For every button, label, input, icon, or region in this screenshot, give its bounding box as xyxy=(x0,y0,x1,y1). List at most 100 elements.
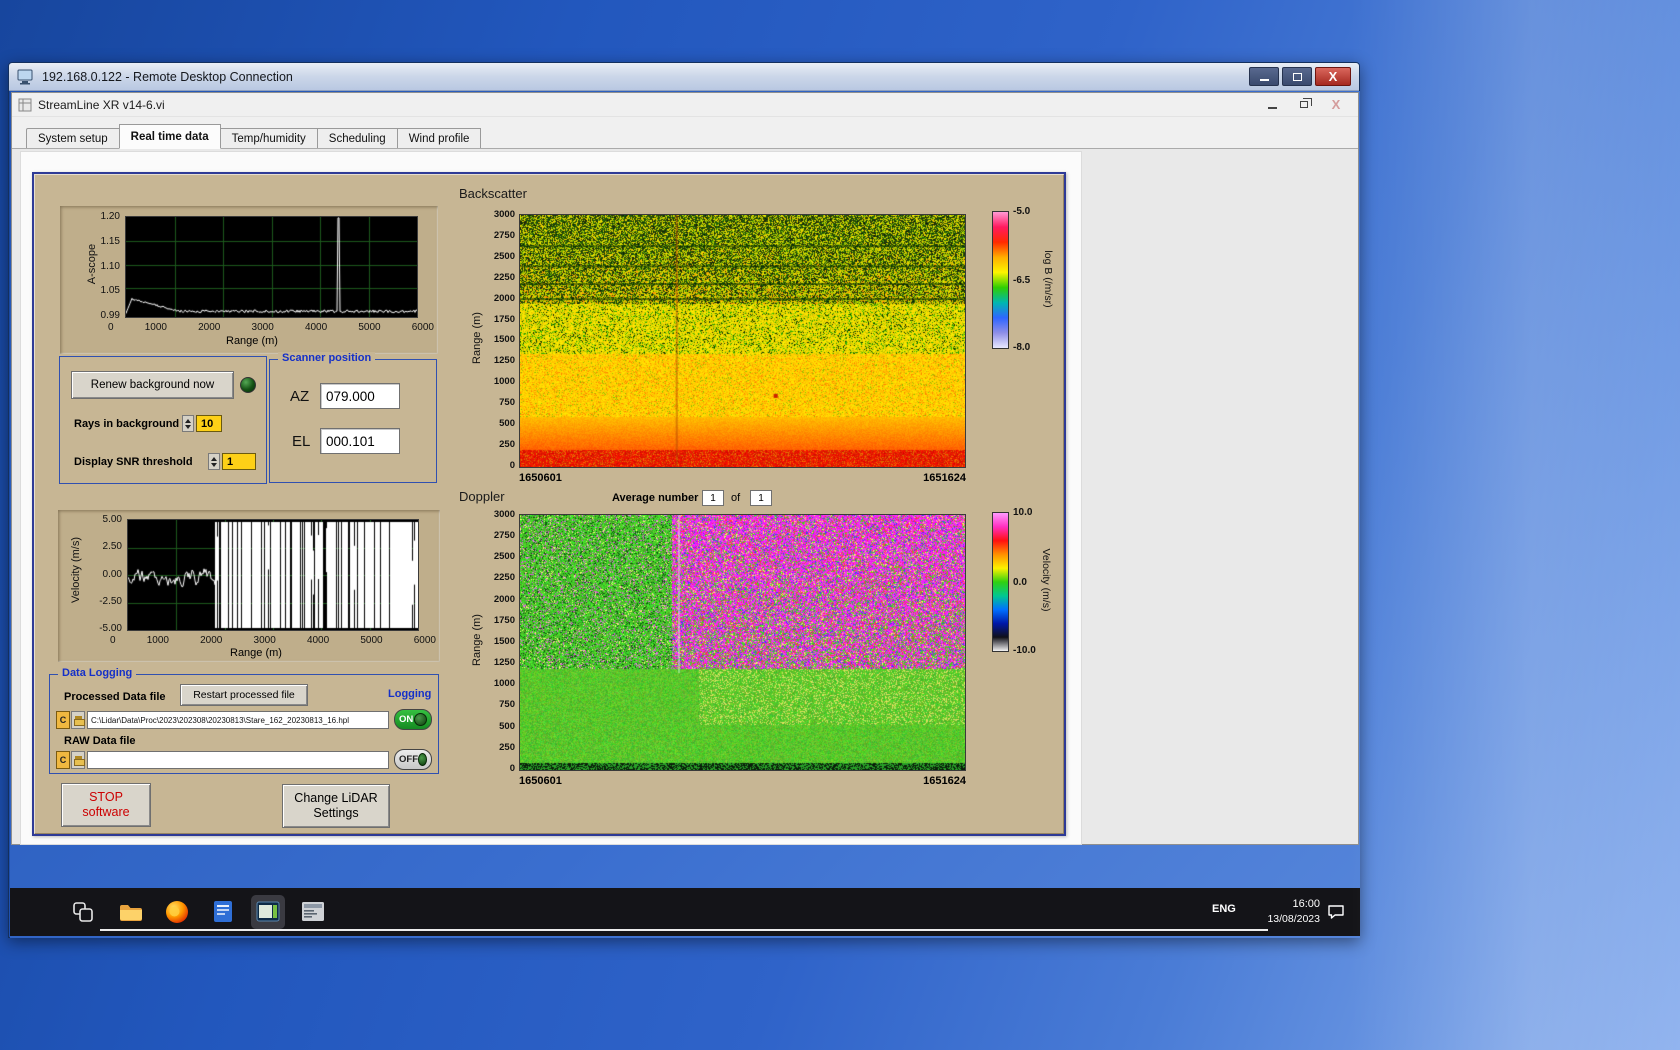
app-close-button[interactable]: X xyxy=(1320,95,1352,115)
tab-real-time-data[interactable]: Real time data xyxy=(119,124,221,149)
tick-label: 1000 xyxy=(494,376,515,387)
task-view-icon xyxy=(71,900,95,924)
rdp-window-title: 192.168.0.122 - Remote Desktop Connectio… xyxy=(42,70,1249,84)
desktop-background: 192.168.0.122 - Remote Desktop Connectio… xyxy=(0,0,1680,1050)
rdp-close-button[interactable]: X xyxy=(1315,67,1351,86)
raw-logging-toggle[interactable]: OFF xyxy=(394,749,432,770)
tick-label: 4000 xyxy=(307,635,329,646)
processed-browse-button[interactable] xyxy=(71,711,85,729)
logging-label: Logging xyxy=(388,688,431,700)
tick-label: 3000 xyxy=(252,322,274,333)
scan-app-button[interactable] xyxy=(296,895,330,929)
rdp-window: 192.168.0.122 - Remote Desktop Connectio… xyxy=(8,62,1360,938)
rdp-titlebar[interactable]: 192.168.0.122 - Remote Desktop Connectio… xyxy=(9,63,1359,91)
notepad-app-button[interactable] xyxy=(206,895,240,929)
streamline-app-window: StreamLine XR v14-6.vi X System setup Re… xyxy=(11,92,1359,845)
average-number-field[interactable]: 1 xyxy=(702,490,724,506)
backscatter-heatmap xyxy=(520,215,965,467)
rdp-maximize-button[interactable] xyxy=(1282,67,1312,86)
processed-drive-selector[interactable]: C xyxy=(56,711,70,729)
maximize-icon xyxy=(1293,73,1302,81)
task-view-button[interactable] xyxy=(66,895,100,929)
colorbar-tick: -8.0 xyxy=(1013,342,1030,353)
tick-label: 1750 xyxy=(494,615,515,626)
average-number-label: Average number xyxy=(612,492,698,504)
tick-label: 2000 xyxy=(494,594,515,605)
tab-temp-humidity[interactable]: Temp/humidity xyxy=(221,128,318,149)
tick-label: 0 xyxy=(510,460,515,471)
velocity-plot xyxy=(128,520,418,630)
doppler-colorbar xyxy=(992,512,1009,652)
snr-spinner[interactable] xyxy=(208,453,220,470)
data-logging-group: Data Logging Processed Data file Restart… xyxy=(49,674,439,774)
renew-background-button[interactable]: Renew background now xyxy=(71,371,234,399)
backscatter-title: Backscatter xyxy=(459,186,527,201)
tick-label: 1000 xyxy=(147,635,169,646)
velocity-y-axis-label: Velocity (m/s) xyxy=(70,500,82,640)
tick-label: 2500 xyxy=(494,251,515,262)
tick-label: 1750 xyxy=(494,314,515,325)
file-explorer-button[interactable] xyxy=(114,895,148,929)
colorbar-tick: -6.5 xyxy=(1013,275,1030,286)
tick-label: 0 xyxy=(510,763,515,774)
app-window-title: StreamLine XR v14-6.vi xyxy=(38,98,1256,112)
app-restore-button[interactable] xyxy=(1288,95,1320,115)
az-value-field[interactable]: 079.000 xyxy=(320,383,400,409)
raw-data-file-path[interactable] xyxy=(87,751,389,769)
toggle-on-label: ON xyxy=(399,714,413,725)
restart-processed-file-button[interactable]: Restart processed file xyxy=(180,684,308,706)
rays-value-field[interactable]: 10 xyxy=(196,415,222,432)
processed-data-file-path[interactable]: C:\Lidar\Data\Proc\2023\202308\20230813\… xyxy=(87,711,389,729)
toggle-knob xyxy=(418,753,427,766)
tick-label: 3000 xyxy=(494,509,515,520)
change-lidar-settings-button[interactable]: Change LiDAR Settings xyxy=(282,784,390,828)
tab-system-setup[interactable]: System setup xyxy=(26,128,120,149)
snr-value-field[interactable]: 1 xyxy=(222,453,256,470)
rdp-minimize-button[interactable] xyxy=(1249,67,1279,86)
taskbar-highlight-line xyxy=(100,929,1268,931)
raw-drive-selector[interactable]: C xyxy=(56,751,70,769)
app-vi-icon xyxy=(18,98,32,112)
language-indicator[interactable]: ENG xyxy=(1212,903,1236,915)
stop-software-button[interactable]: STOP software xyxy=(61,783,151,827)
clock-date: 13/08/2023 xyxy=(1240,912,1320,927)
tick-label: 1250 xyxy=(494,355,515,366)
velocity-plot-area xyxy=(127,519,419,631)
el-value-field[interactable]: 000.101 xyxy=(320,428,400,454)
tab-wind-profile[interactable]: Wind profile xyxy=(398,128,482,149)
tick-label: 500 xyxy=(499,418,515,429)
velocity-x-ticks: 0100020003000400050006000 xyxy=(110,635,436,646)
average-count-field[interactable]: 1 xyxy=(750,490,772,506)
tick-label: 750 xyxy=(499,699,515,710)
snr-threshold-label: Display SNR threshold xyxy=(74,456,193,468)
app-minimize-button[interactable] xyxy=(1256,95,1288,115)
colorbar-tick: -5.0 xyxy=(1013,206,1030,217)
ascope-x-ticks: 0100020003000400050006000 xyxy=(108,322,434,333)
doppler-x-end: 1651624 xyxy=(923,775,966,787)
clock[interactable]: 16:00 13/08/2023 xyxy=(1240,897,1320,927)
raw-browse-button[interactable] xyxy=(71,751,85,769)
tick-label: 3000 xyxy=(494,209,515,220)
tab-label: Wind profile xyxy=(409,133,470,145)
notifications-button[interactable] xyxy=(1326,902,1346,927)
tick-label: 5000 xyxy=(360,635,382,646)
chat-bubble-icon xyxy=(1326,902,1346,922)
raw-data-file-label: RAW Data file xyxy=(64,735,136,747)
processed-logging-toggle[interactable]: ON xyxy=(394,709,432,730)
background-controls-group: Renew background now Rays in background … xyxy=(59,356,267,484)
stop-button-line2: software xyxy=(82,805,129,820)
tick-label: 3000 xyxy=(254,635,276,646)
tick-label: 1.15 xyxy=(101,236,120,247)
close-icon: X xyxy=(1332,97,1341,112)
rays-spinner[interactable] xyxy=(182,415,194,432)
active-app-button[interactable] xyxy=(251,895,285,929)
firefox-button[interactable] xyxy=(160,895,194,929)
folder-icon xyxy=(118,899,144,925)
tab-label: Scheduling xyxy=(329,133,386,145)
tab-scheduling[interactable]: Scheduling xyxy=(318,128,398,149)
tick-label: 6000 xyxy=(414,635,436,646)
document-icon xyxy=(211,899,235,925)
app-titlebar[interactable]: StreamLine XR v14-6.vi X xyxy=(12,93,1358,117)
restore-icon xyxy=(1300,101,1308,108)
firefox-icon xyxy=(164,899,190,925)
